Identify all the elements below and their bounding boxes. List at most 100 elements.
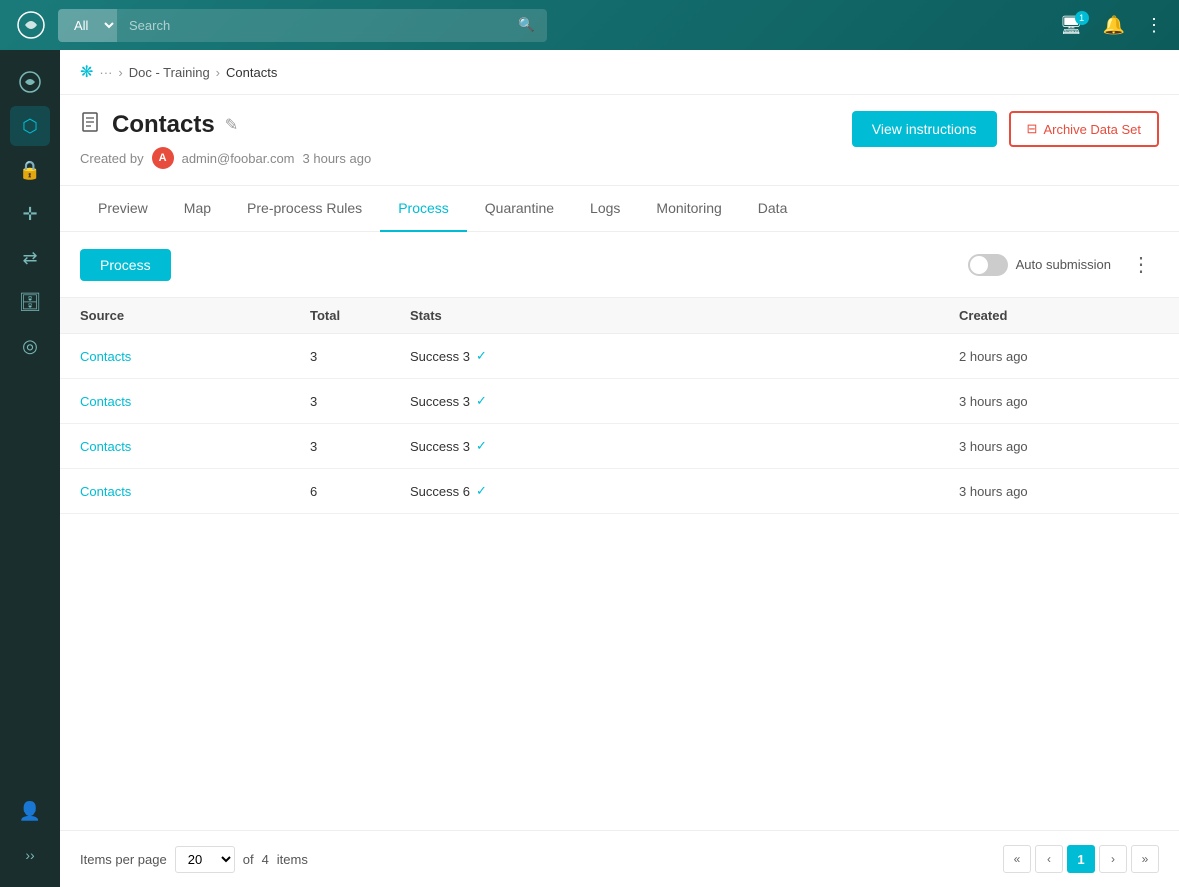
tab-preview[interactable]: Preview — [80, 186, 166, 232]
col-created: Created — [959, 308, 1159, 323]
app-layout: ⬡ 🔒 ✛ ⇄ 🗄 ◎ 👤 ›› ❋ ··· › — [0, 50, 1179, 887]
database-icon: 🗄 — [19, 292, 42, 313]
success-check-icon: ✓ — [476, 483, 487, 499]
row-4-created: 3 hours ago — [959, 484, 1159, 499]
col-stats: Stats — [410, 308, 959, 323]
avatar: A — [152, 147, 174, 169]
row-3-stats: Success 3 ✓ — [410, 438, 959, 454]
row-2-created: 3 hours ago — [959, 394, 1159, 409]
sidebar-item-database[interactable]: 🗄 — [10, 282, 50, 322]
auto-submission-label: Auto submission — [1016, 257, 1111, 272]
logo — [16, 10, 46, 40]
sidebar: ⬡ 🔒 ✛ ⇄ 🗄 ◎ 👤 ›› — [0, 50, 60, 887]
sidebar-item-analytics[interactable]: ◎ — [10, 326, 50, 366]
archive-icon: ⊟ — [1027, 121, 1038, 137]
search-category-select[interactable]: All — [58, 9, 117, 42]
archive-label: Archive Data Set — [1043, 122, 1141, 137]
content-area: Process Auto submission ⋮ Source Total S… — [60, 232, 1179, 830]
breadcrumb: ❋ ··· › Doc - Training › Contacts — [60, 50, 1179, 95]
footer-right: « ‹ 1 › » — [1003, 845, 1159, 873]
more-menu-button[interactable]: ⋮ — [1145, 15, 1163, 36]
main-content: ❋ ··· › Doc - Training › Contacts Contac… — [60, 50, 1179, 887]
monitor-icon-button[interactable]: 🖥 1 — [1060, 15, 1083, 36]
col-total: Total — [310, 308, 410, 323]
profile-icon: 👤 — [19, 801, 41, 822]
row-4-source[interactable]: Contacts — [80, 484, 310, 499]
prev-page-button[interactable]: ‹ — [1035, 845, 1063, 873]
last-page-button[interactable]: » — [1131, 845, 1159, 873]
more-options-button[interactable]: ⋮ — [1123, 248, 1159, 281]
page-header-actions: View instructions ⊟ Archive Data Set — [852, 111, 1159, 147]
auto-submission-toggle[interactable] — [968, 254, 1008, 276]
sidebar-item-integrations[interactable]: ⬡ — [10, 106, 50, 146]
toggle-knob — [970, 256, 988, 274]
search-button[interactable]: 🔍 — [506, 9, 547, 41]
items-label: items — [277, 852, 308, 867]
next-page-button[interactable]: › — [1099, 845, 1127, 873]
current-page: 1 — [1067, 845, 1095, 873]
breadcrumb-dots[interactable]: ··· — [99, 65, 112, 80]
first-page-button[interactable]: « — [1003, 845, 1031, 873]
page-header-left: Contacts ✎ Created by A admin@foobar.com… — [80, 111, 371, 169]
sidebar-item-logo[interactable] — [10, 62, 50, 102]
tab-logs[interactable]: Logs — [572, 186, 638, 232]
auto-submission-toggle-container: Auto submission — [968, 254, 1111, 276]
process-button[interactable]: Process — [80, 249, 171, 281]
tab-process[interactable]: Process — [380, 186, 467, 232]
created-by-label: Created by — [80, 151, 144, 166]
toolbar-right: Auto submission ⋮ — [968, 248, 1159, 281]
sidebar-item-users[interactable]: ✛ — [10, 194, 50, 234]
row-3-created: 3 hours ago — [959, 439, 1159, 454]
row-2-source[interactable]: Contacts — [80, 394, 310, 409]
tab-monitoring[interactable]: Monitoring — [638, 186, 739, 232]
view-instructions-button[interactable]: View instructions — [852, 111, 997, 147]
table-header: Source Total Stats Created — [60, 298, 1179, 334]
sidebar-expand-button[interactable]: ›› — [10, 835, 50, 875]
row-2-stats: Success 3 ✓ — [410, 393, 959, 409]
analytics-icon: ◎ — [22, 336, 38, 357]
table-row: Contacts 3 Success 3 ✓ 2 hours ago — [60, 334, 1179, 379]
nav-icons: 🖥 1 🔔 ⋮ — [1060, 15, 1163, 36]
table-row: Contacts 3 Success 3 ✓ 3 hours ago — [60, 379, 1179, 424]
row-3-source[interactable]: Contacts — [80, 439, 310, 454]
row-2-total: 3 — [310, 394, 410, 409]
edit-icon[interactable]: ✎ — [225, 115, 238, 135]
success-check-icon: ✓ — [476, 393, 487, 409]
sidebar-item-profile[interactable]: 👤 — [10, 791, 50, 831]
archive-dataset-button[interactable]: ⊟ Archive Data Set — [1009, 111, 1159, 147]
items-per-page-label: Items per page — [80, 852, 167, 867]
page-meta: Created by A admin@foobar.com 3 hours ag… — [80, 147, 371, 169]
sidebar-item-flows[interactable]: ⇄ — [10, 238, 50, 278]
process-toolbar: Process Auto submission ⋮ — [60, 232, 1179, 298]
row-1-source[interactable]: Contacts — [80, 349, 310, 364]
row-3-total: 3 — [310, 439, 410, 454]
page-doc-icon — [80, 111, 102, 139]
tab-map[interactable]: Map — [166, 186, 229, 232]
row-4-total: 6 — [310, 484, 410, 499]
search-input[interactable] — [117, 10, 506, 41]
breadcrumb-home-icon: ❋ — [80, 62, 93, 82]
dots-icon: ⋮ — [1145, 15, 1163, 35]
success-check-icon: ✓ — [476, 348, 487, 364]
chevron-right-icon: ›› — [25, 847, 34, 863]
per-page-select[interactable]: 20 50 100 — [175, 846, 235, 873]
flows-icon: ⇄ — [22, 248, 37, 269]
tab-preprocess-rules[interactable]: Pre-process Rules — [229, 186, 380, 232]
sidebar-item-security[interactable]: 🔒 — [10, 150, 50, 190]
page-title-row: Contacts ✎ — [80, 111, 371, 139]
breadcrumb-sep-1: › — [118, 65, 122, 80]
footer-left: Items per page 20 50 100 of 4 items — [80, 846, 308, 873]
tab-quarantine[interactable]: Quarantine — [467, 186, 572, 232]
creator-email: admin@foobar.com — [182, 151, 295, 166]
bell-icon: 🔔 — [1103, 15, 1125, 35]
tab-data[interactable]: Data — [740, 186, 806, 232]
row-1-total: 3 — [310, 349, 410, 364]
integrations-icon: ⬡ — [22, 116, 38, 137]
breadcrumb-parent-link[interactable]: Doc - Training — [129, 65, 210, 80]
notifications-button[interactable]: 🔔 — [1103, 15, 1125, 36]
of-label: of — [243, 852, 254, 867]
col-source: Source — [80, 308, 310, 323]
row-1-stats: Success 3 ✓ — [410, 348, 959, 364]
breadcrumb-current: Contacts — [226, 65, 277, 80]
top-nav: All 🔍 🖥 1 🔔 ⋮ — [0, 0, 1179, 50]
